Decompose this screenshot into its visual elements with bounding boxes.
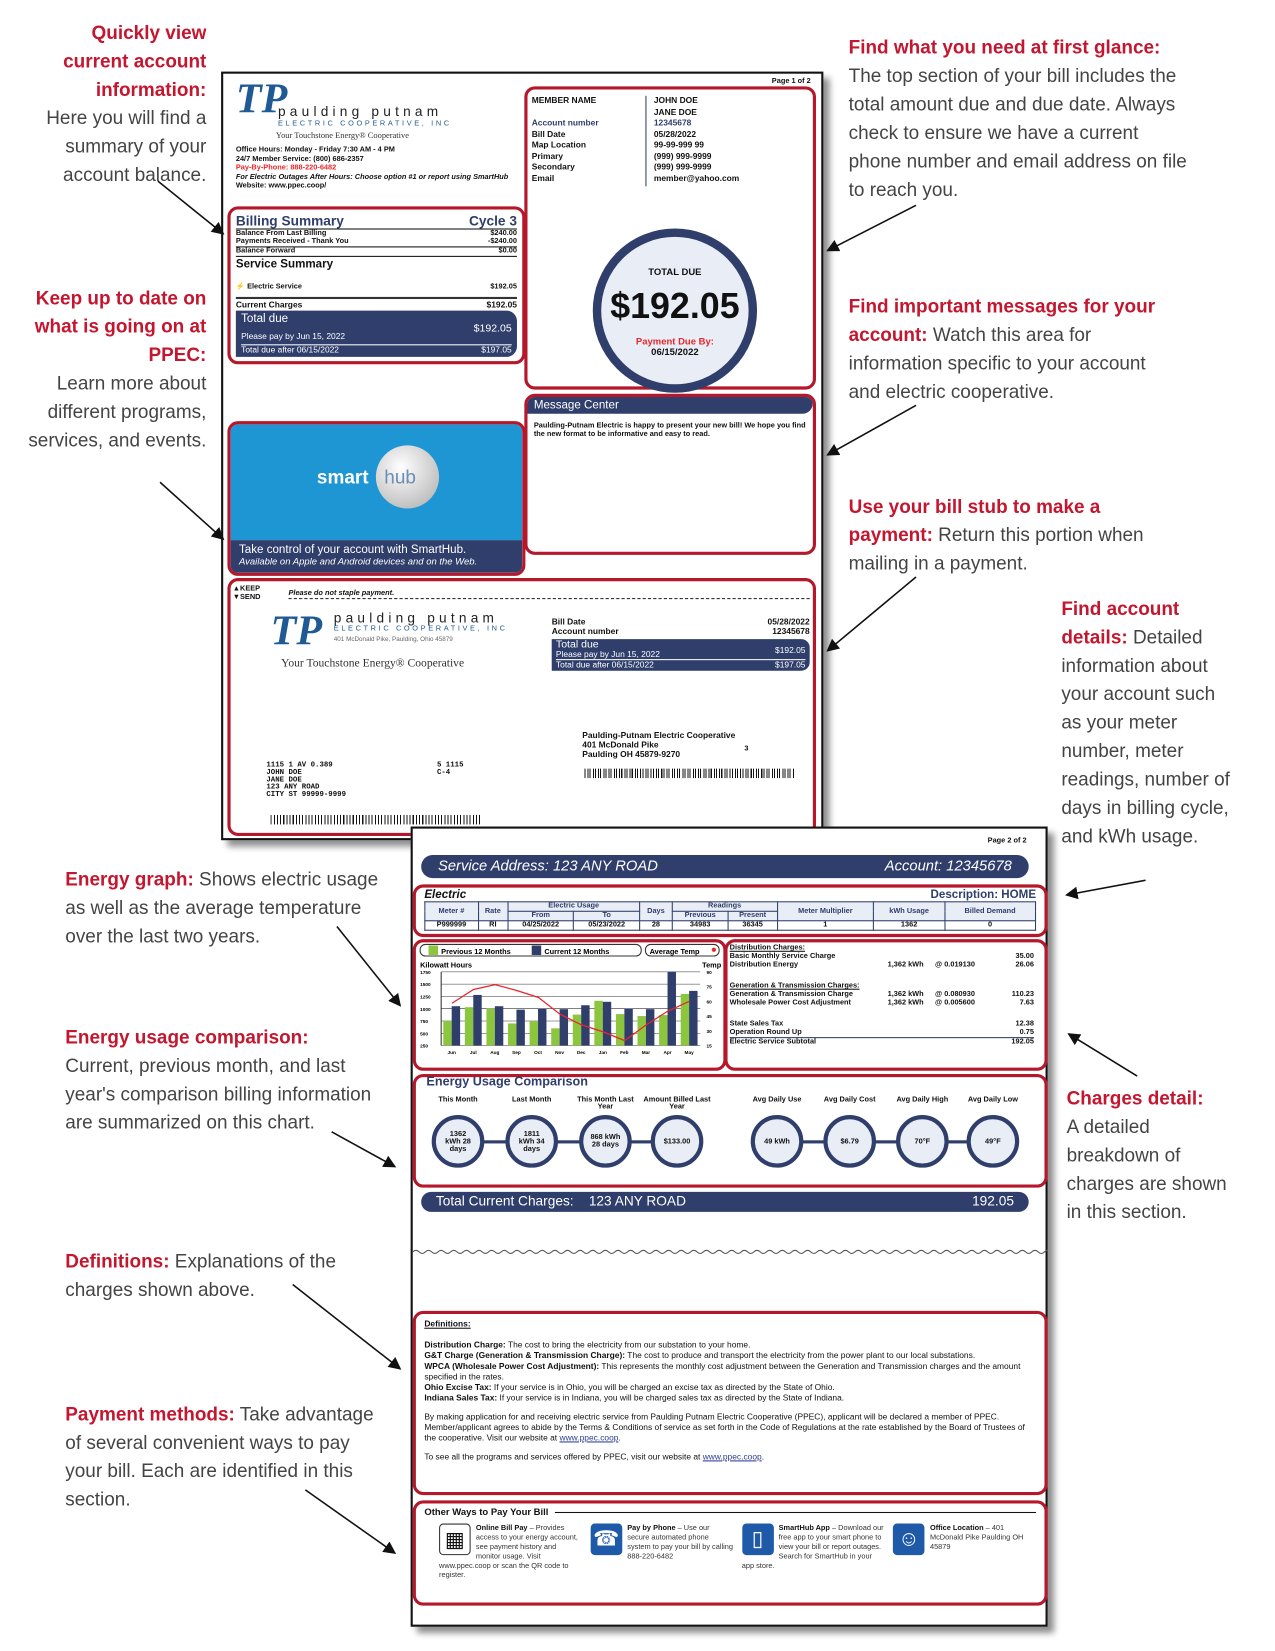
- annotation-arrow: [292, 1283, 402, 1370]
- annotation-arrow: [336, 926, 402, 1007]
- annotation-arrow: [826, 576, 917, 652]
- annotated-bill-guide: Quickly view current account information…: [0, 0, 1275, 1651]
- annotation-arrow: [304, 1489, 397, 1554]
- annotation-arrow: [1067, 1033, 1138, 1077]
- annotation-arrow: [826, 204, 917, 252]
- annotation-arrow: [1065, 879, 1146, 900]
- annotation-arrow: [157, 180, 225, 235]
- annotation-arrow: [826, 404, 917, 456]
- annotation-arrows: [157, 180, 1146, 1554]
- annotation-arrow: [331, 1131, 397, 1168]
- annotation-arrow: [159, 481, 225, 541]
